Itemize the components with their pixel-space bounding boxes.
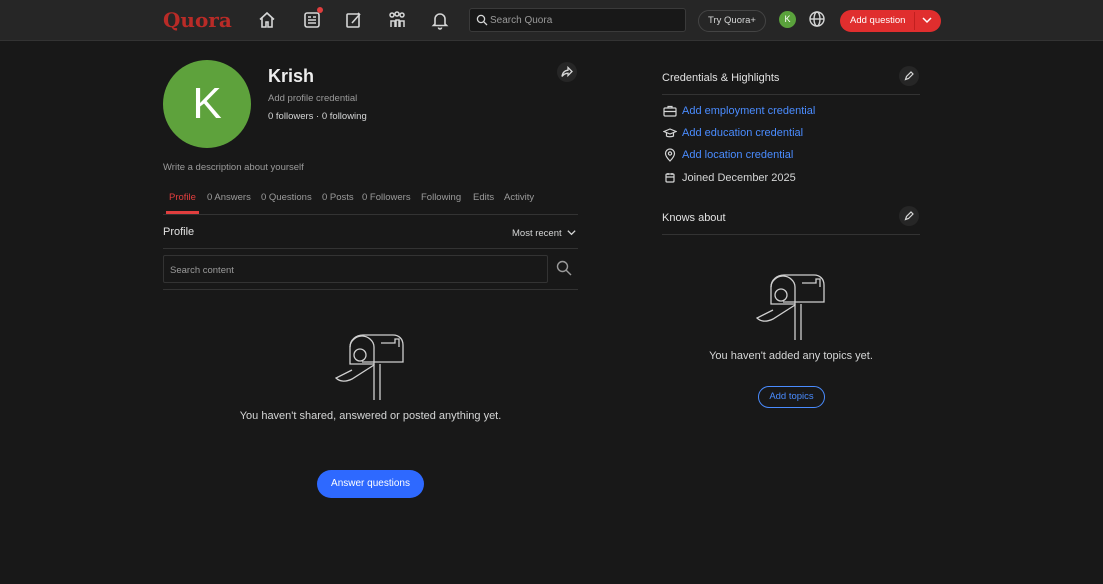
add-question-label: Add question [850, 15, 906, 26]
answer-questions-button[interactable]: Answer questions [317, 470, 424, 498]
empty-mailbox-illustration [755, 274, 825, 340]
follow-stats[interactable]: 0 followers · 0 following [268, 111, 367, 122]
edit-topics-button[interactable] [899, 206, 919, 226]
tab-edits[interactable]: Edits [473, 192, 494, 203]
empty-feed-message: You haven't shared, answered or posted a… [239, 410, 502, 422]
search-content-input[interactable]: Search content [163, 255, 548, 283]
search-placeholder: Search Quora [490, 15, 553, 26]
language-globe-icon[interactable] [808, 10, 826, 28]
add-topics-button[interactable]: Add topics [758, 386, 825, 408]
section-divider [163, 248, 578, 249]
empty-mailbox-illustration [334, 334, 404, 400]
answer-icon[interactable] [344, 10, 364, 30]
quora-logo[interactable]: Quora [163, 8, 232, 32]
active-tab-indicator [166, 211, 199, 214]
tab-profile[interactable]: Profile [169, 192, 196, 203]
pencil-icon [904, 211, 914, 221]
spaces-icon[interactable] [387, 10, 407, 30]
location-pin-icon [664, 148, 676, 162]
add-question-button[interactable]: Add question [840, 10, 941, 32]
calendar-icon [665, 173, 675, 183]
home-icon[interactable] [257, 10, 277, 30]
edit-credentials-button[interactable] [899, 66, 919, 86]
sort-dropdown[interactable]: Most recent [512, 228, 562, 239]
add-question-divider [914, 12, 915, 30]
profile-description-prompt[interactable]: Write a description about yourself [163, 162, 304, 173]
credential-label: Add education credential [682, 127, 804, 139]
knows-about-title: Knows about [662, 212, 726, 224]
tab-answers[interactable]: 0 Answers [207, 192, 251, 203]
notification-dot [317, 7, 323, 13]
tab-questions[interactable]: 0 Questions [261, 192, 312, 203]
credentials-divider [662, 94, 920, 95]
credentials-title: Credentials & Highlights [662, 72, 780, 84]
profile-avatar[interactable]: K [163, 60, 251, 148]
search-divider [163, 289, 578, 290]
graduation-cap-icon [663, 128, 677, 138]
profile-name[interactable]: Krish [268, 66, 314, 87]
add-profile-credential-link[interactable]: Add profile credential [268, 93, 357, 104]
pencil-icon [904, 71, 914, 81]
briefcase-icon [663, 105, 677, 117]
quora-profile-page: Quora Search Quora Try Quora+ K Add ques… [0, 0, 1103, 584]
tab-posts[interactable]: 0 Posts [322, 192, 354, 203]
share-profile-button[interactable] [557, 62, 577, 82]
section-title: Profile [163, 226, 195, 238]
search-content-placeholder: Search content [170, 265, 234, 276]
share-icon [561, 66, 573, 78]
search-icon [476, 14, 488, 26]
credential-label: Add location credential [682, 149, 794, 161]
knows-about-divider [662, 234, 920, 235]
chevron-down-icon[interactable] [921, 14, 933, 26]
tab-following[interactable]: Following [421, 192, 461, 203]
notifications-icon[interactable] [430, 10, 450, 30]
user-avatar[interactable]: K [779, 11, 796, 28]
top-navigation-bar: Quora Search Quora Try Quora+ K Add ques… [0, 0, 1103, 41]
tab-activity[interactable]: Activity [504, 192, 534, 203]
credential-label: Add employment credential [682, 105, 816, 117]
no-topics-message: You haven't added any topics yet. [709, 350, 873, 362]
chevron-down-icon[interactable] [566, 227, 577, 238]
following-icon[interactable] [302, 10, 322, 30]
credential-label: Joined December 2025 [682, 172, 796, 184]
profile-tabs: Profile 0 Answers 0 Questions 0 Posts 0 … [163, 192, 578, 215]
try-quora-plus-button[interactable]: Try Quora+ [698, 10, 766, 32]
search-icon[interactable] [555, 259, 573, 277]
tab-followers[interactable]: 0 Followers [362, 192, 411, 203]
search-quora-input[interactable]: Search Quora [469, 8, 686, 32]
